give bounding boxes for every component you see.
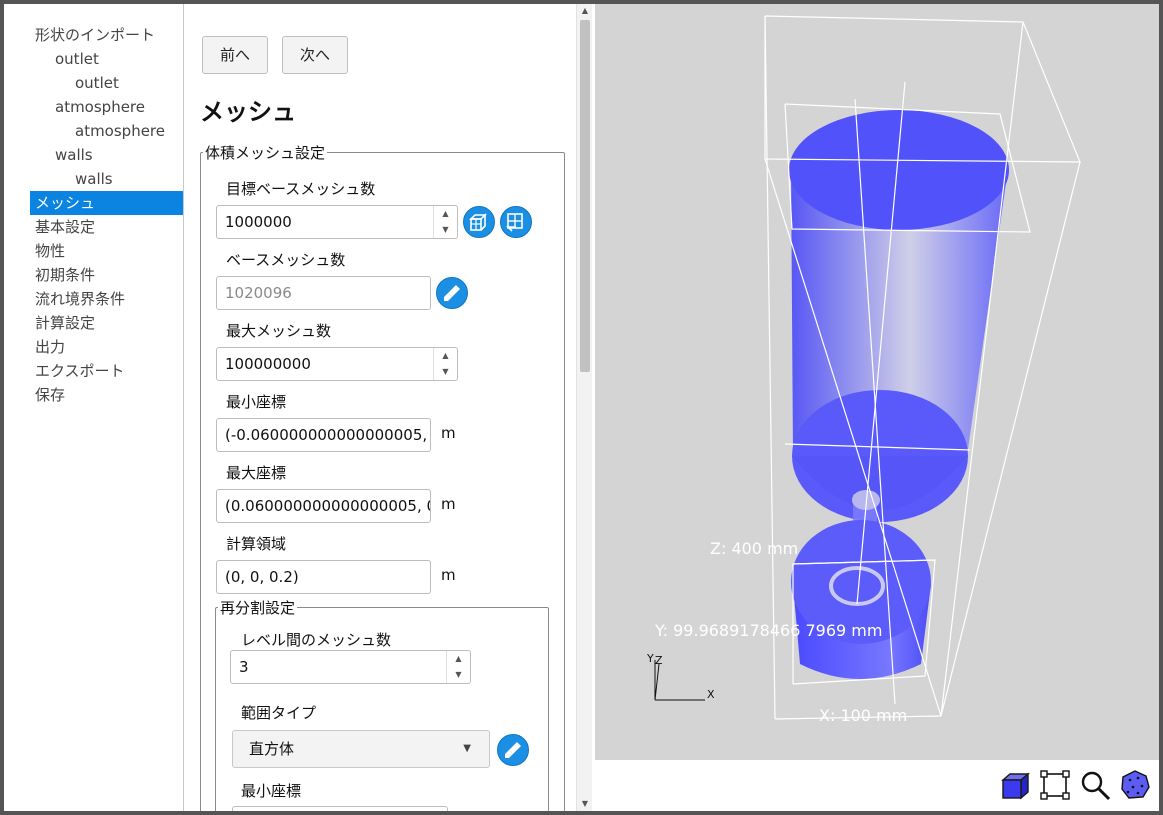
- max-cells-input[interactable]: 100000000 ▲ ▼: [216, 347, 458, 381]
- volume-mesh-legend: 体積メッシュ設定: [205, 144, 326, 162]
- panel-scrollbar[interactable]: ▲ ▼: [576, 4, 592, 811]
- target-base-mesh-label: 目標ベースメッシュ数: [226, 180, 376, 198]
- x-axis-label: X: [707, 688, 715, 701]
- z-axis-label: Z: [655, 654, 663, 667]
- scroll-down-icon[interactable]: ▼: [577, 797, 593, 811]
- scroll-thumb[interactable]: [580, 20, 590, 372]
- tree-item-initial-conditions[interactable]: 初期条件: [30, 263, 183, 287]
- refinement-min-coord-label: 最小座標: [241, 782, 302, 800]
- tree-item-boundary-conditions[interactable]: 流れ境界条件: [30, 287, 183, 311]
- navigation-tree: 形状のインポート outlet outlet atmosphere atmosp…: [4, 4, 184, 811]
- pick-range-button[interactable]: [497, 734, 529, 766]
- max-cells-value: 100000000: [225, 355, 311, 373]
- cells-between-levels-stepper[interactable]: ▲ ▼: [446, 651, 470, 683]
- next-button[interactable]: 次へ: [282, 36, 348, 74]
- cells-between-levels-value: 3: [239, 658, 249, 676]
- scroll-up-icon[interactable]: ▲: [577, 4, 593, 18]
- target-base-mesh-stepper[interactable]: ▲ ▼: [433, 206, 457, 238]
- brush-icon: [444, 285, 460, 301]
- max-cells-stepper[interactable]: ▲ ▼: [433, 348, 457, 380]
- mesh-settings-panel: 前へ 次へ メッシュ 体積メッシュ設定 目標ベースメッシュ数 1000000 ▲…: [184, 4, 594, 811]
- refinement-legend: 再分割設定: [220, 599, 296, 617]
- page-title: メッシュ: [200, 98, 296, 126]
- domain-label: 計算領域: [226, 535, 287, 553]
- chevron-down-icon: ▼: [463, 743, 471, 754]
- box-view-icon[interactable]: [998, 768, 1032, 802]
- tree-item-export[interactable]: エクスポート: [30, 359, 183, 383]
- max-coord-unit: m: [441, 495, 456, 513]
- tree-item-properties[interactable]: 物性: [30, 239, 183, 263]
- domain-unit: m: [441, 566, 456, 584]
- brush-icon: [505, 742, 521, 758]
- auto-base-mesh-button[interactable]: [436, 277, 468, 309]
- tree-item-atmosphere[interactable]: atmosphere: [30, 95, 183, 119]
- base-mesh-input: 1020096: [216, 276, 431, 310]
- grid-arrow-icon: [506, 213, 523, 232]
- tree-item-walls[interactable]: walls: [30, 143, 183, 167]
- viewer-toolbar: [595, 760, 1159, 811]
- cube-grid-icon: [469, 213, 487, 231]
- refinement-min-coord-input[interactable]: [232, 806, 448, 811]
- z-dimension-label: Z: 400 mm: [710, 539, 799, 558]
- tree-item-atmosphere-patch[interactable]: atmosphere: [30, 119, 183, 143]
- apply-mesh-button[interactable]: [500, 206, 532, 238]
- tree-item-mesh[interactable]: メッシュ: [30, 191, 183, 215]
- top-cap: [789, 110, 1009, 230]
- mesh-view-icon[interactable]: [1118, 768, 1152, 802]
- min-coord-input[interactable]: (-0.060000000000000005, -0: [216, 418, 431, 452]
- tree-item-outlet-patch[interactable]: outlet: [30, 71, 183, 95]
- min-coord-unit: m: [441, 424, 456, 442]
- range-type-value: 直方体: [249, 740, 295, 758]
- max-coord-label: 最大座標: [226, 464, 287, 482]
- prev-button[interactable]: 前へ: [202, 36, 268, 74]
- cells-between-levels-label: レベル間のメッシュ数: [241, 631, 392, 649]
- y-axis-label: Y: [647, 652, 654, 665]
- base-mesh-label: ベースメッシュ数: [226, 251, 346, 269]
- tree-item-outlet[interactable]: outlet: [30, 47, 183, 71]
- tree-item-solver-settings[interactable]: 計算設定: [30, 311, 183, 335]
- domain-input[interactable]: (0, 0, 0.2): [216, 560, 431, 594]
- 3d-viewer[interactable]: Z: 400 mm Y: 99.9689178466 7969 mm X: 10…: [595, 4, 1159, 760]
- tree-item-walls-patch[interactable]: walls: [30, 167, 183, 191]
- target-base-mesh-value: 1000000: [225, 213, 292, 231]
- range-type-label: 範囲タイプ: [241, 704, 317, 722]
- estimate-mesh-button[interactable]: [463, 206, 495, 238]
- max-coord-input[interactable]: (0.060000000000000005, 0.: [216, 489, 431, 523]
- max-cells-label: 最大メッシュ数: [226, 322, 332, 340]
- cells-between-levels-input[interactable]: 3 ▲ ▼: [230, 650, 471, 684]
- target-base-mesh-input[interactable]: 1000000 ▲ ▼: [216, 205, 458, 239]
- range-type-select[interactable]: 直方体 ▼: [232, 730, 490, 768]
- tree-item-save[interactable]: 保存: [30, 383, 183, 407]
- tree-item-output[interactable]: 出力: [30, 335, 183, 359]
- fit-view-icon[interactable]: [1038, 768, 1072, 802]
- min-coord-label: 最小座標: [226, 393, 287, 411]
- tree-item-basic-settings[interactable]: 基本設定: [30, 215, 183, 239]
- y-dimension-label: Y: 99.9689178466 7969 mm: [655, 621, 883, 640]
- zoom-icon[interactable]: [1078, 768, 1112, 802]
- tree-item-shape-import[interactable]: 形状のインポート: [30, 23, 183, 47]
- model-render: [764, 15, 1081, 720]
- x-dimension-label: X: 100 mm: [819, 706, 908, 725]
